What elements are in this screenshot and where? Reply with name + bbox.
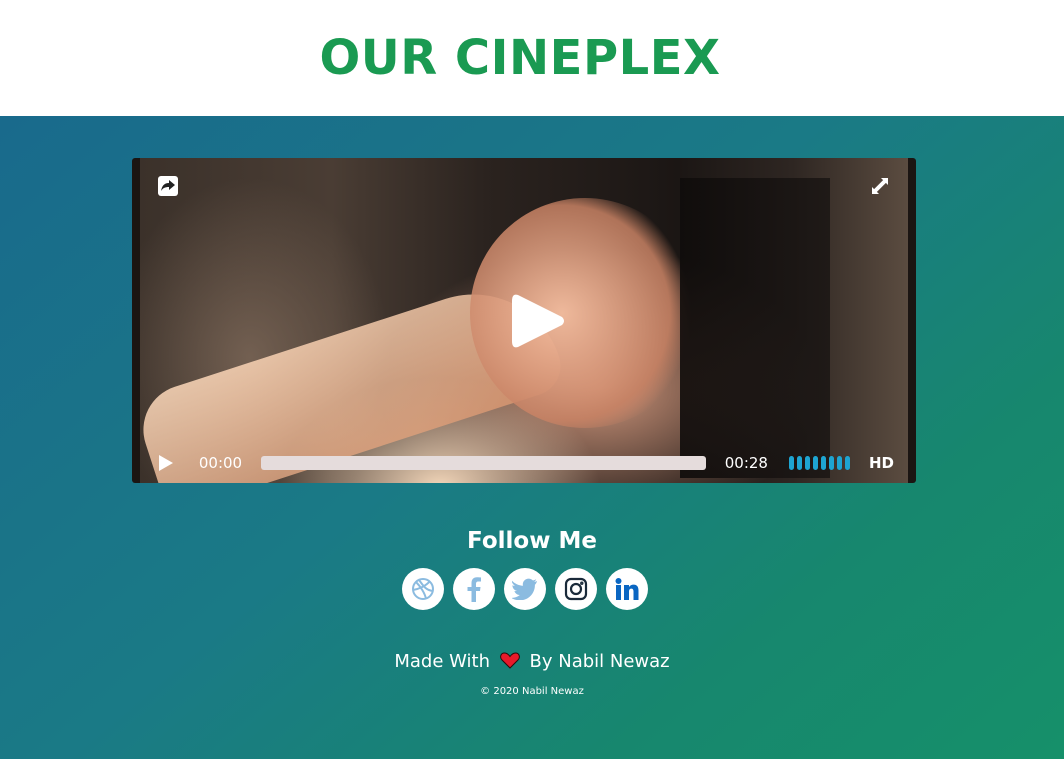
main-section: 00:00 00:28 HD Follow Me Made With By Na… xyxy=(0,116,1064,759)
social-links xyxy=(402,568,648,610)
made-suffix: By Nabil Newaz xyxy=(529,651,670,672)
volume-bar[interactable] xyxy=(844,456,850,470)
volume-bar[interactable] xyxy=(788,456,794,470)
player-controls: 00:00 00:28 HD xyxy=(140,443,908,483)
site-header: OUR CINEPLEX xyxy=(0,0,1064,116)
follow-title: Follow Me xyxy=(467,528,597,554)
big-play-icon[interactable] xyxy=(510,291,566,351)
video-frame[interactable]: 00:00 00:28 HD xyxy=(132,158,908,483)
twitter-icon[interactable] xyxy=(504,568,546,610)
video-scene-hand xyxy=(470,198,700,428)
heart-icon xyxy=(499,651,526,672)
page-title: OUR CINEPLEX xyxy=(319,30,721,86)
volume-bar[interactable] xyxy=(828,456,834,470)
made-prefix: Made With xyxy=(394,651,491,672)
copyright: © 2020 Nabil Newaz xyxy=(480,686,584,697)
total-time: 00:28 xyxy=(724,454,768,472)
volume-bar[interactable] xyxy=(804,456,810,470)
dribbble-icon[interactable] xyxy=(402,568,444,610)
expand-icon[interactable] xyxy=(870,176,890,196)
facebook-icon[interactable] xyxy=(453,568,495,610)
volume-bar[interactable] xyxy=(812,456,818,470)
quality-label[interactable]: HD xyxy=(869,454,894,472)
volume-control[interactable] xyxy=(788,456,850,470)
share-icon[interactable] xyxy=(158,176,178,196)
play-icon[interactable] xyxy=(158,453,177,473)
made-with-line: Made With By Nabil Newaz xyxy=(0,651,1064,672)
linkedin-icon[interactable] xyxy=(606,568,648,610)
video-player[interactable]: 00:00 00:28 HD xyxy=(132,158,916,483)
volume-bar[interactable] xyxy=(836,456,842,470)
instagram-icon[interactable] xyxy=(555,568,597,610)
video-scene-projector xyxy=(680,178,830,478)
volume-bar[interactable] xyxy=(796,456,802,470)
current-time: 00:00 xyxy=(198,454,243,472)
volume-bar[interactable] xyxy=(820,456,826,470)
progress-bar[interactable] xyxy=(261,456,706,470)
